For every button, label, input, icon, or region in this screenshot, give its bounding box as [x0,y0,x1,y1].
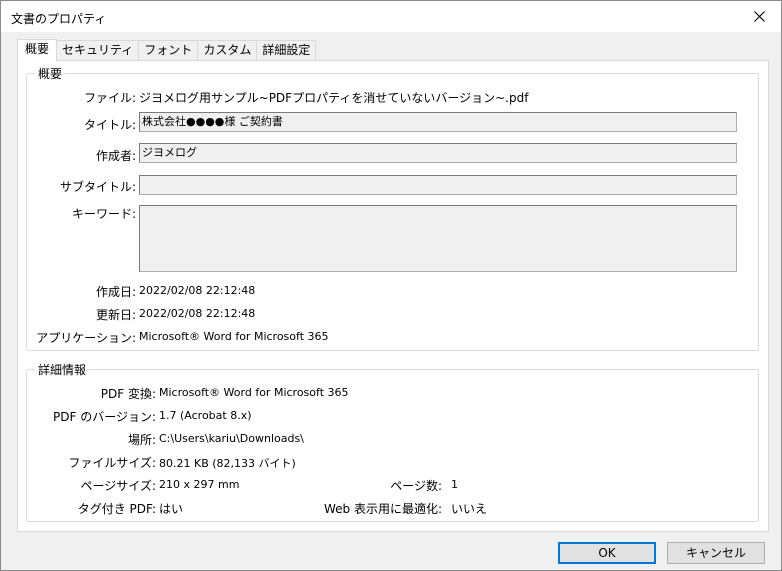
location-value: C:\Users\kariu\Downloads\ [159,432,304,445]
summary-legend: 概要 [35,65,66,82]
page-size-label: ページサイズ: [80,479,156,493]
application-label: アプリケーション: [36,331,136,345]
tab-advanced[interactable]: 詳細設定 [257,40,317,61]
dialog-title: 文書のプロパティ [11,12,107,26]
keywords-label: キーワード: [71,207,136,221]
fast-web-view-value: いいえ [451,502,488,516]
page-count-label: ページ数: [390,479,442,493]
tab-summary[interactable]: 概要 [17,39,58,62]
author-label: 作成者: [95,149,136,163]
close-icon [753,11,765,22]
keywords-field[interactable] [139,205,737,272]
title-field[interactable]: 株式会社●●●●様 ご契約書 [139,112,737,132]
file-size-value: 80.21 KB (82,133 バイト) [159,457,296,470]
producer-label: PDF 変換: [100,387,156,401]
subject-field[interactable] [139,175,737,195]
application-value: Microsoft® Word for Microsoft 365 [139,330,329,343]
page-count-value: 1 [451,478,458,491]
fast-web-view-label: Web 表示用に最適化: [323,502,442,516]
tab-fonts[interactable]: フォント [139,40,199,61]
cancel-button[interactable]: キャンセル [667,542,765,564]
modified-value: 2022/02/08 22:12:48 [139,307,256,320]
subject-label: サブタイトル: [59,180,136,194]
author-field[interactable]: ジヨメログ [139,143,737,163]
tab-custom[interactable]: カスタム [198,40,258,61]
file-value: ジヨメログ用サンプル~PDFプロパティを消せていないバージョン~.pdf [139,91,529,105]
tab-security[interactable]: セキュリティ [57,40,140,61]
tagged-pdf-value: はい [159,502,184,516]
modified-label: 更新日: [95,308,136,322]
pdf-version-value: 1.7 (Acrobat 8.x) [159,409,252,422]
title-label: タイトル: [83,118,136,132]
page-size-value: 210 x 297 mm [159,478,240,491]
tab-bar: 概要 セキュリティ フォント カスタム 詳細設定 [17,39,317,62]
created-value: 2022/02/08 22:12:48 [139,284,256,297]
location-label: 場所: [127,433,156,447]
ok-button[interactable]: OK [558,542,656,564]
created-label: 作成日: [95,285,136,299]
pdf-version-label: PDF のバージョン: [53,410,156,424]
document-properties-dialog: 文書のプロパティ 概要 セキュリティ フォント カスタム 詳細設定 概要 ファイ… [0,0,782,571]
tagged-pdf-label: タグ付き PDF: [77,502,156,516]
file-size-label: ファイルサイズ: [68,456,156,470]
advanced-legend: 詳細情報 [35,361,90,378]
tab-panel: 概要 ファイル: ジヨメログ用サンプル~PDFプロパティを消せていないバージョン… [17,60,769,532]
file-label: ファイル: [83,91,136,105]
producer-value: Microsoft® Word for Microsoft 365 [159,386,349,399]
title-bar: 文書のプロパティ [1,1,781,32]
close-button[interactable] [737,1,781,32]
